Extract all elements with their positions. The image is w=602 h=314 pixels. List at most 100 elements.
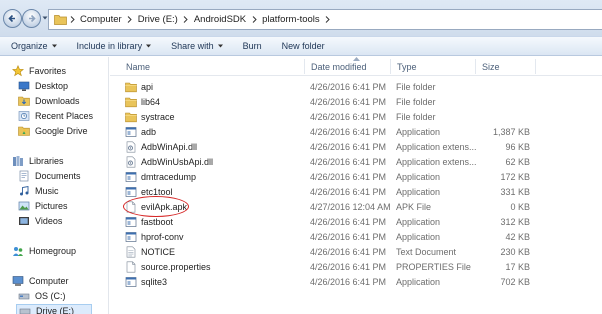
file-name: sqlite3 <box>141 276 168 287</box>
breadcrumb-separator-icon[interactable] <box>181 10 191 29</box>
file-row[interactable]: evilApk.apk 4/27/2016 12:04 AM APK File 0 K… <box>110 199 602 214</box>
file-name-cell[interactable]: dmtracedump <box>125 169 196 184</box>
organize-label: Organize <box>11 41 48 51</box>
file-type: Application <box>396 276 441 287</box>
breadcrumb-separator-icon[interactable] <box>249 10 259 29</box>
file-size <box>481 79 530 94</box>
desktop-icon <box>18 81 30 91</box>
file-name-cell[interactable]: etc1tool <box>125 184 173 199</box>
file-size: 702 KB <box>500 276 530 287</box>
nav-os-c[interactable]: OS (C:) <box>18 289 66 303</box>
burn-button[interactable]: Burn <box>236 37 269 55</box>
nav-recent-places-label: Recent Places <box>35 111 94 121</box>
column-type[interactable]: Type <box>391 57 476 76</box>
file-row[interactable]: source.properties 4/26/2016 6:41 PM PROPER… <box>110 259 602 274</box>
file-row[interactable]: adb 4/26/2016 6:41 PM Application 1,387 KB <box>110 124 602 139</box>
nav-computer[interactable]: Computer <box>12 274 69 288</box>
nav-documents[interactable]: Documents <box>18 169 81 183</box>
column-date-modified[interactable]: Date modified <box>305 57 391 76</box>
file-name-cell[interactable]: hprof-conv <box>125 229 184 244</box>
share-with-button[interactable]: Share with <box>164 37 230 55</box>
breadcrumb-drive-e[interactable]: Drive (E:) <box>135 14 181 25</box>
pictures-icon <box>18 201 30 211</box>
column-header-row: Name Date modified Type Size <box>110 57 602 76</box>
file-row[interactable]: api 4/26/2016 6:41 PM File folder <box>110 79 602 94</box>
breadcrumb-platform-tools[interactable]: platform-tools <box>259 14 323 25</box>
breadcrumb-separator-icon[interactable] <box>323 10 333 29</box>
nav-google-drive[interactable]: Google Drive <box>18 124 88 138</box>
file-name-cell[interactable]: fastboot <box>125 214 173 229</box>
file-type: Application <box>396 231 441 242</box>
column-name[interactable]: Name <box>120 57 305 76</box>
nav-favorites[interactable]: Favorites <box>12 64 66 78</box>
file-row[interactable]: hprof-conv 4/26/2016 6:41 PM Application 42… <box>110 229 602 244</box>
file-date-modified: 4/26/2016 6:41 PM <box>310 141 387 152</box>
nav-downloads-label: Downloads <box>35 96 80 106</box>
file-row[interactable]: fastboot 4/26/2016 6:41 PM Application 312 … <box>110 214 602 229</box>
nav-recent-places[interactable]: Recent Places <box>18 109 93 123</box>
file-type: Application extens... <box>396 156 477 167</box>
include-in-library-button[interactable]: Include in library <box>70 37 159 55</box>
nav-computer-label: Computer <box>29 276 69 286</box>
file-name-cell[interactable]: sqlite3 <box>125 274 167 289</box>
file-type: Application extens... <box>396 141 477 152</box>
column-size-label: Size <box>482 61 500 72</box>
file-row[interactable]: etc1tool 4/26/2016 6:41 PM Application 331 … <box>110 184 602 199</box>
file-row[interactable]: NOTICE 4/26/2016 6:41 PM Text Document 230 … <box>110 244 602 259</box>
file-name-cell[interactable]: AdbWinApi.dll <box>125 139 197 154</box>
file-name: NOTICE <box>141 246 176 257</box>
new-folder-button[interactable]: New folder <box>275 37 332 55</box>
file-row[interactable]: systrace 4/26/2016 6:41 PM File folder <box>110 109 602 124</box>
file-row[interactable]: AdbWinUsbApi.dll 4/26/2016 6:41 PM Applica… <box>110 154 602 169</box>
address-bar-region: Computer Drive (E:) AndroidSDK platform-… <box>0 0 602 36</box>
breadcrumb-computer[interactable]: Computer <box>77 14 125 25</box>
folder-icon <box>54 15 67 25</box>
file-type: Application <box>396 126 441 137</box>
blank-file-icon <box>126 261 136 272</box>
nav-pictures-label: Pictures <box>35 201 68 211</box>
forward-button[interactable] <box>22 9 41 28</box>
file-name-cell[interactable]: evilApk.apk <box>125 199 187 214</box>
nav-downloads[interactable]: Downloads <box>18 94 80 108</box>
file-list: Name Date modified Type Size api 4/26/201… <box>110 57 602 314</box>
file-name-cell[interactable]: api <box>125 79 153 94</box>
dll-icon <box>126 156 136 167</box>
nav-videos[interactable]: Videos <box>18 214 62 228</box>
nav-drive-e[interactable]: Drive (E:) <box>16 304 92 314</box>
file-name-cell[interactable]: systrace <box>125 109 175 124</box>
dll-icon <box>126 141 136 152</box>
libraries-icon <box>13 156 23 166</box>
hard-drive-icon <box>18 293 30 300</box>
breadcrumb-separator-icon[interactable] <box>67 10 77 29</box>
nav-pictures[interactable]: Pictures <box>18 199 68 213</box>
folder-icon <box>125 112 137 122</box>
file-row[interactable]: sqlite3 4/26/2016 6:41 PM Application 702 K… <box>110 274 602 289</box>
breadcrumb-separator-icon[interactable] <box>125 10 135 29</box>
file-row[interactable]: AdbWinApi.dll 4/26/2016 6:41 PM Applicatio… <box>110 139 602 154</box>
file-date-modified: 4/26/2016 6:41 PM <box>310 231 387 242</box>
application-icon <box>125 171 137 182</box>
file-name-cell[interactable]: lib64 <box>125 94 160 109</box>
file-name-cell[interactable]: adb <box>125 124 156 139</box>
file-row[interactable]: lib64 4/26/2016 6:41 PM File folder <box>110 94 602 109</box>
nav-desktop[interactable]: Desktop <box>18 79 68 93</box>
nav-music[interactable]: Music <box>18 184 59 198</box>
file-date-modified: 4/26/2016 6:41 PM <box>310 171 387 182</box>
nav-homegroup[interactable]: Homegroup <box>12 244 76 258</box>
file-name-cell[interactable]: AdbWinUsbApi.dll <box>125 154 213 169</box>
file-name: api <box>141 81 154 92</box>
column-size[interactable]: Size <box>476 57 536 76</box>
file-name-cell[interactable]: source.properties <box>125 259 211 274</box>
file-row[interactable]: dmtracedump 4/26/2016 6:41 PM Application 1… <box>110 169 602 184</box>
nav-libraries[interactable]: Libraries <box>12 154 64 168</box>
column-date-modified-label: Date modified <box>311 61 367 72</box>
file-name: systrace <box>141 111 175 122</box>
breadcrumb-androidsdk[interactable]: AndroidSDK <box>191 14 249 25</box>
file-name: adb <box>141 126 157 137</box>
back-button[interactable] <box>3 9 22 28</box>
file-name-cell[interactable]: NOTICE <box>125 244 175 259</box>
organize-button[interactable]: Organize <box>0 37 64 55</box>
nav-os-c-label: OS (C:) <box>35 291 66 301</box>
nav-videos-label: Videos <box>35 216 63 226</box>
address-box[interactable]: Computer Drive (E:) AndroidSDK platform-… <box>48 9 602 30</box>
